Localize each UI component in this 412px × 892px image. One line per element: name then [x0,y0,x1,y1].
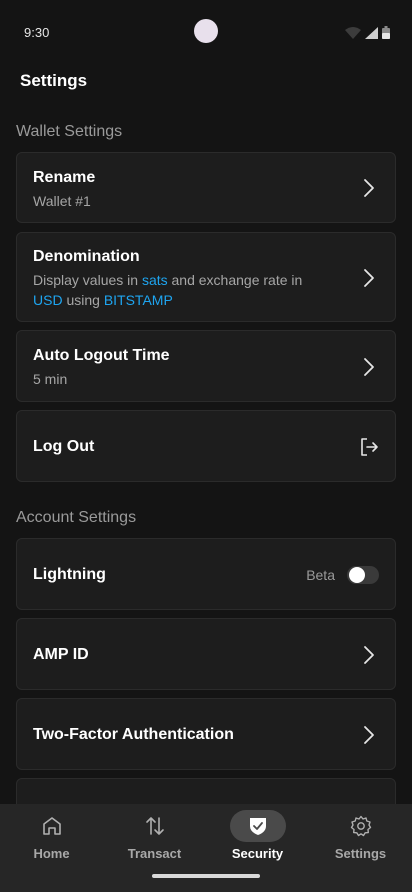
home-icon [42,817,61,835]
wallet-name: Wallet #1 [33,193,91,209]
status-time: 9:30 [24,25,50,40]
exchange-source: BITSTAMP [103,292,173,308]
amp-id-card[interactable]: AMP ID [16,618,396,690]
nav-home-icon-wrap [24,810,80,842]
denomination-text-prefix: Display values in [33,272,142,288]
nav-transact-label: Transact [127,846,182,861]
account-settings-heading: Account Settings [16,509,137,526]
auto-logout-value: 5 min [33,371,68,387]
chevron-right-icon [364,358,374,376]
status-bar: 9:30 [0,0,412,60]
battery-icon [382,26,390,39]
page-title: Settings [20,71,88,90]
transfer-arrows-icon [145,817,164,835]
home-indicator [152,874,260,878]
lightning-card[interactable]: Lightning Beta [16,538,396,610]
nav-security-icon-wrap [229,810,286,842]
denomination-text-suffix: and exchange rate in [167,272,303,288]
denomination-card[interactable]: Denomination Display values in sats and … [16,232,396,322]
nav-home-label: Home [33,846,70,861]
logout-title: Log Out [33,438,95,455]
toggle-knob [349,567,365,583]
signal-icon [365,26,378,39]
logout-card[interactable]: Log Out [16,410,396,482]
status-icons [345,26,390,39]
two-factor-card[interactable]: Two-Factor Authentication [16,698,396,770]
gear-icon [350,815,371,837]
nav-settings-label: Settings [334,846,387,861]
nav-security[interactable]: Security [206,804,309,874]
denomination-title: Denomination [33,248,140,265]
chevron-right-icon [364,269,374,287]
nav-transact[interactable]: Transact [103,804,206,874]
auto-logout-title: Auto Logout Time [33,347,170,364]
nav-transact-icon-wrap [127,810,183,842]
beta-badge: Beta [306,567,335,583]
denomination-text-middle: using [62,292,104,308]
amp-id-title: AMP ID [33,646,89,663]
camera-cutout [194,19,218,43]
chevron-right-icon [364,179,374,197]
auto-logout-card[interactable]: Auto Logout Time 5 min [16,330,396,402]
nav-settings[interactable]: Settings [309,804,412,874]
rename-card[interactable]: Rename Wallet #1 [16,152,396,223]
bottom-nav: Home Transact Security Settings [0,804,412,892]
denomination-description: Display values in sats and exchange rate… [33,270,353,310]
nav-settings-icon-wrap [333,810,389,842]
rename-title: Rename [33,169,96,186]
logout-icon [361,438,378,456]
chevron-right-icon [364,646,374,664]
denomination-unit: sats [141,272,168,288]
nav-home[interactable]: Home [0,804,103,874]
lightning-title: Lightning [33,566,106,583]
chevron-right-icon [364,726,374,744]
shield-check-icon [249,818,266,835]
lightning-toggle[interactable] [347,566,379,584]
exchange-currency: USD [33,292,63,308]
wifi-icon [345,26,361,39]
nav-security-label: Security [231,846,284,861]
wallet-settings-heading: Wallet Settings [16,123,123,140]
two-factor-title: Two-Factor Authentication [33,726,234,743]
